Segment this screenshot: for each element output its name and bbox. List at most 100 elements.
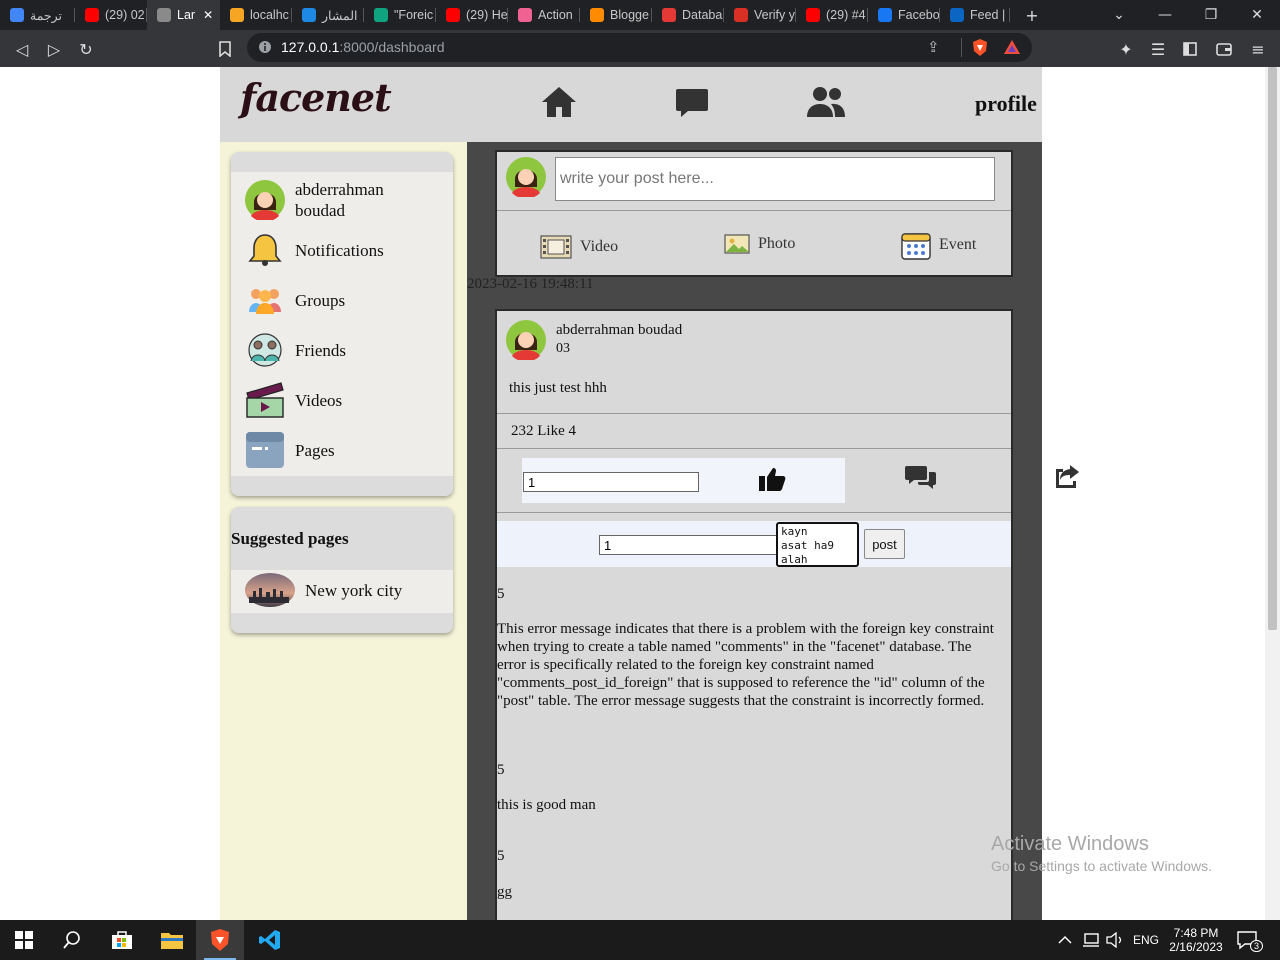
tab-label: "Foreic [394, 8, 434, 22]
forward-icon[interactable]: ▷ [43, 38, 65, 60]
vscode-taskbar-button[interactable] [246, 920, 294, 960]
url-host: 127.0.0.1 [281, 39, 340, 55]
browser-tab[interactable]: (29) He [436, 0, 508, 30]
bookmark-icon[interactable] [214, 38, 236, 60]
language-indicator[interactable]: ENG [1133, 920, 1159, 960]
browser-tab[interactable]: (29) 02 [75, 0, 147, 30]
file-explorer-button[interactable] [148, 920, 196, 960]
browser-tab[interactable]: "Foreic [364, 0, 436, 30]
minimize-button[interactable]: — [1142, 0, 1188, 30]
tab-label: Databa [682, 8, 723, 22]
new-tab-button[interactable]: + [1012, 0, 1052, 30]
event-option[interactable]: Event [901, 230, 976, 260]
tray-overflow-icon[interactable] [1058, 920, 1072, 960]
comment-id: 5 [497, 848, 505, 864]
browser-tab[interactable]: Verify y [724, 0, 796, 30]
store-button[interactable] [98, 920, 146, 960]
tab-search-icon[interactable]: ⌄ [1096, 0, 1142, 30]
tab-label: (29) 02 [105, 8, 145, 22]
close-tab-icon[interactable]: ✕ [203, 8, 213, 22]
user-avatar [245, 180, 285, 220]
post-text: this just test hhh [509, 380, 607, 396]
restore-button[interactable]: ❐ [1188, 0, 1234, 30]
pages-icon [245, 430, 285, 470]
composer-divider [497, 210, 1011, 211]
like-button[interactable] [758, 466, 786, 497]
site-info-icon[interactable] [258, 40, 272, 59]
close-window-button[interactable]: ✕ [1234, 0, 1280, 30]
sidebar-item-pages[interactable]: Pages [245, 427, 335, 473]
comment-post-id-input[interactable] [599, 535, 777, 555]
browser-toolbar: ◁ ▷ ↻ 127.0.0.1:8000/dashboard ⇪ ✦ ☰ ≡ [0, 30, 1280, 67]
tab-favicon-icon [590, 8, 604, 22]
share-page-icon[interactable]: ⇪ [927, 38, 940, 56]
watermark-title: Activate Windows [991, 833, 1149, 855]
clock[interactable]: 7:48 PM 2/16/2023 [1168, 920, 1224, 960]
likes-summary: 232 Like 4 [511, 423, 576, 439]
network-icon[interactable] [1082, 920, 1100, 960]
url-text: 127.0.0.1:8000/dashboard [281, 39, 444, 55]
suggested-page-item[interactable]: New york city [245, 568, 402, 612]
browser-tab[interactable]: المشار [292, 0, 364, 30]
post-comment-button[interactable]: post [864, 529, 905, 559]
site-header: facenet profile [220, 67, 1042, 142]
volume-icon[interactable] [1106, 920, 1124, 960]
start-button[interactable] [0, 920, 48, 960]
browser-tab[interactable]: ترجمة [0, 0, 75, 30]
sidebar-item-friends[interactable]: Friends [245, 327, 346, 373]
brave-taskbar-button[interactable] [196, 920, 244, 960]
brave-rewards-icon[interactable] [1003, 39, 1021, 60]
browser-tab[interactable]: Feed | [940, 0, 1010, 30]
comment-text: This error message indicates that there … [497, 621, 994, 709]
browser-tab[interactable]: Facebo [868, 0, 940, 30]
comment-textarea[interactable]: kayn asat ha9 alah [776, 522, 859, 567]
clock-date: 2/16/2023 [1169, 940, 1223, 954]
page-scrollbar[interactable] [1265, 67, 1280, 920]
composer-avatar [506, 157, 546, 202]
sidebar-item-notifications[interactable]: Notifications [245, 227, 384, 273]
sidebar-item-label: Groups [295, 290, 346, 310]
friends-nav-icon[interactable] [805, 85, 847, 124]
extensions-icon[interactable]: ✦ [1115, 38, 1137, 60]
search-icon [63, 931, 80, 949]
share-icon[interactable] [1053, 463, 1081, 494]
brave-shields-icon[interactable] [971, 38, 989, 62]
url-path: :8000/dashboard [339, 39, 445, 55]
page-thumbnail [245, 570, 295, 610]
photo-option[interactable]: Photo [724, 234, 795, 254]
browser-tab[interactable]: Lar ✕ [147, 0, 220, 30]
messages-icon[interactable] [675, 87, 709, 124]
reading-list-icon[interactable]: ☰ [1147, 38, 1169, 60]
post-author-avatar [506, 320, 546, 365]
search-button[interactable] [48, 920, 96, 960]
wallet-icon[interactable] [1213, 38, 1235, 60]
browser-tab[interactable]: (29) #4 [796, 0, 868, 30]
browser-tab[interactable]: Action [508, 0, 580, 30]
sidebar-item-groups[interactable]: Groups [245, 277, 345, 323]
address-bar[interactable]: 127.0.0.1:8000/dashboard ⇪ [247, 33, 1032, 62]
reload-icon[interactable]: ↻ [75, 38, 97, 60]
tab-label: ترجمة [30, 8, 63, 23]
scrollbar-thumb[interactable] [1268, 67, 1277, 630]
menu-icon[interactable]: ≡ [1247, 38, 1269, 60]
sidebar-item-videos[interactable]: Videos [245, 377, 342, 423]
post-author-name[interactable]: abderrahman boudad [556, 322, 682, 339]
post-timestamp: 2023-02-16 19:48:11 [467, 276, 594, 292]
post-input[interactable] [555, 157, 995, 201]
notification-center-button[interactable]: 3 [1236, 920, 1271, 960]
left-sidebar: abderrahman boudad Notifications Groups … [220, 142, 467, 920]
browser-tab[interactable]: Databa [652, 0, 724, 30]
sidebar-item-profile[interactable]: abderrahman boudad [245, 177, 425, 223]
store-icon [112, 931, 132, 949]
site-logo[interactable]: facenet [240, 75, 392, 120]
profile-link[interactable]: profile [975, 91, 1037, 117]
like-post-id-input[interactable] [523, 472, 699, 492]
home-icon[interactable] [540, 85, 578, 124]
video-option[interactable]: Video [540, 234, 618, 260]
browser-tab[interactable]: Blogge [580, 0, 652, 30]
back-icon[interactable]: ◁ [11, 38, 33, 60]
friends-icon [245, 330, 285, 370]
browser-tab[interactable]: localhc [220, 0, 292, 30]
comments-icon[interactable] [905, 464, 937, 495]
sidebar-icon[interactable] [1179, 38, 1201, 60]
